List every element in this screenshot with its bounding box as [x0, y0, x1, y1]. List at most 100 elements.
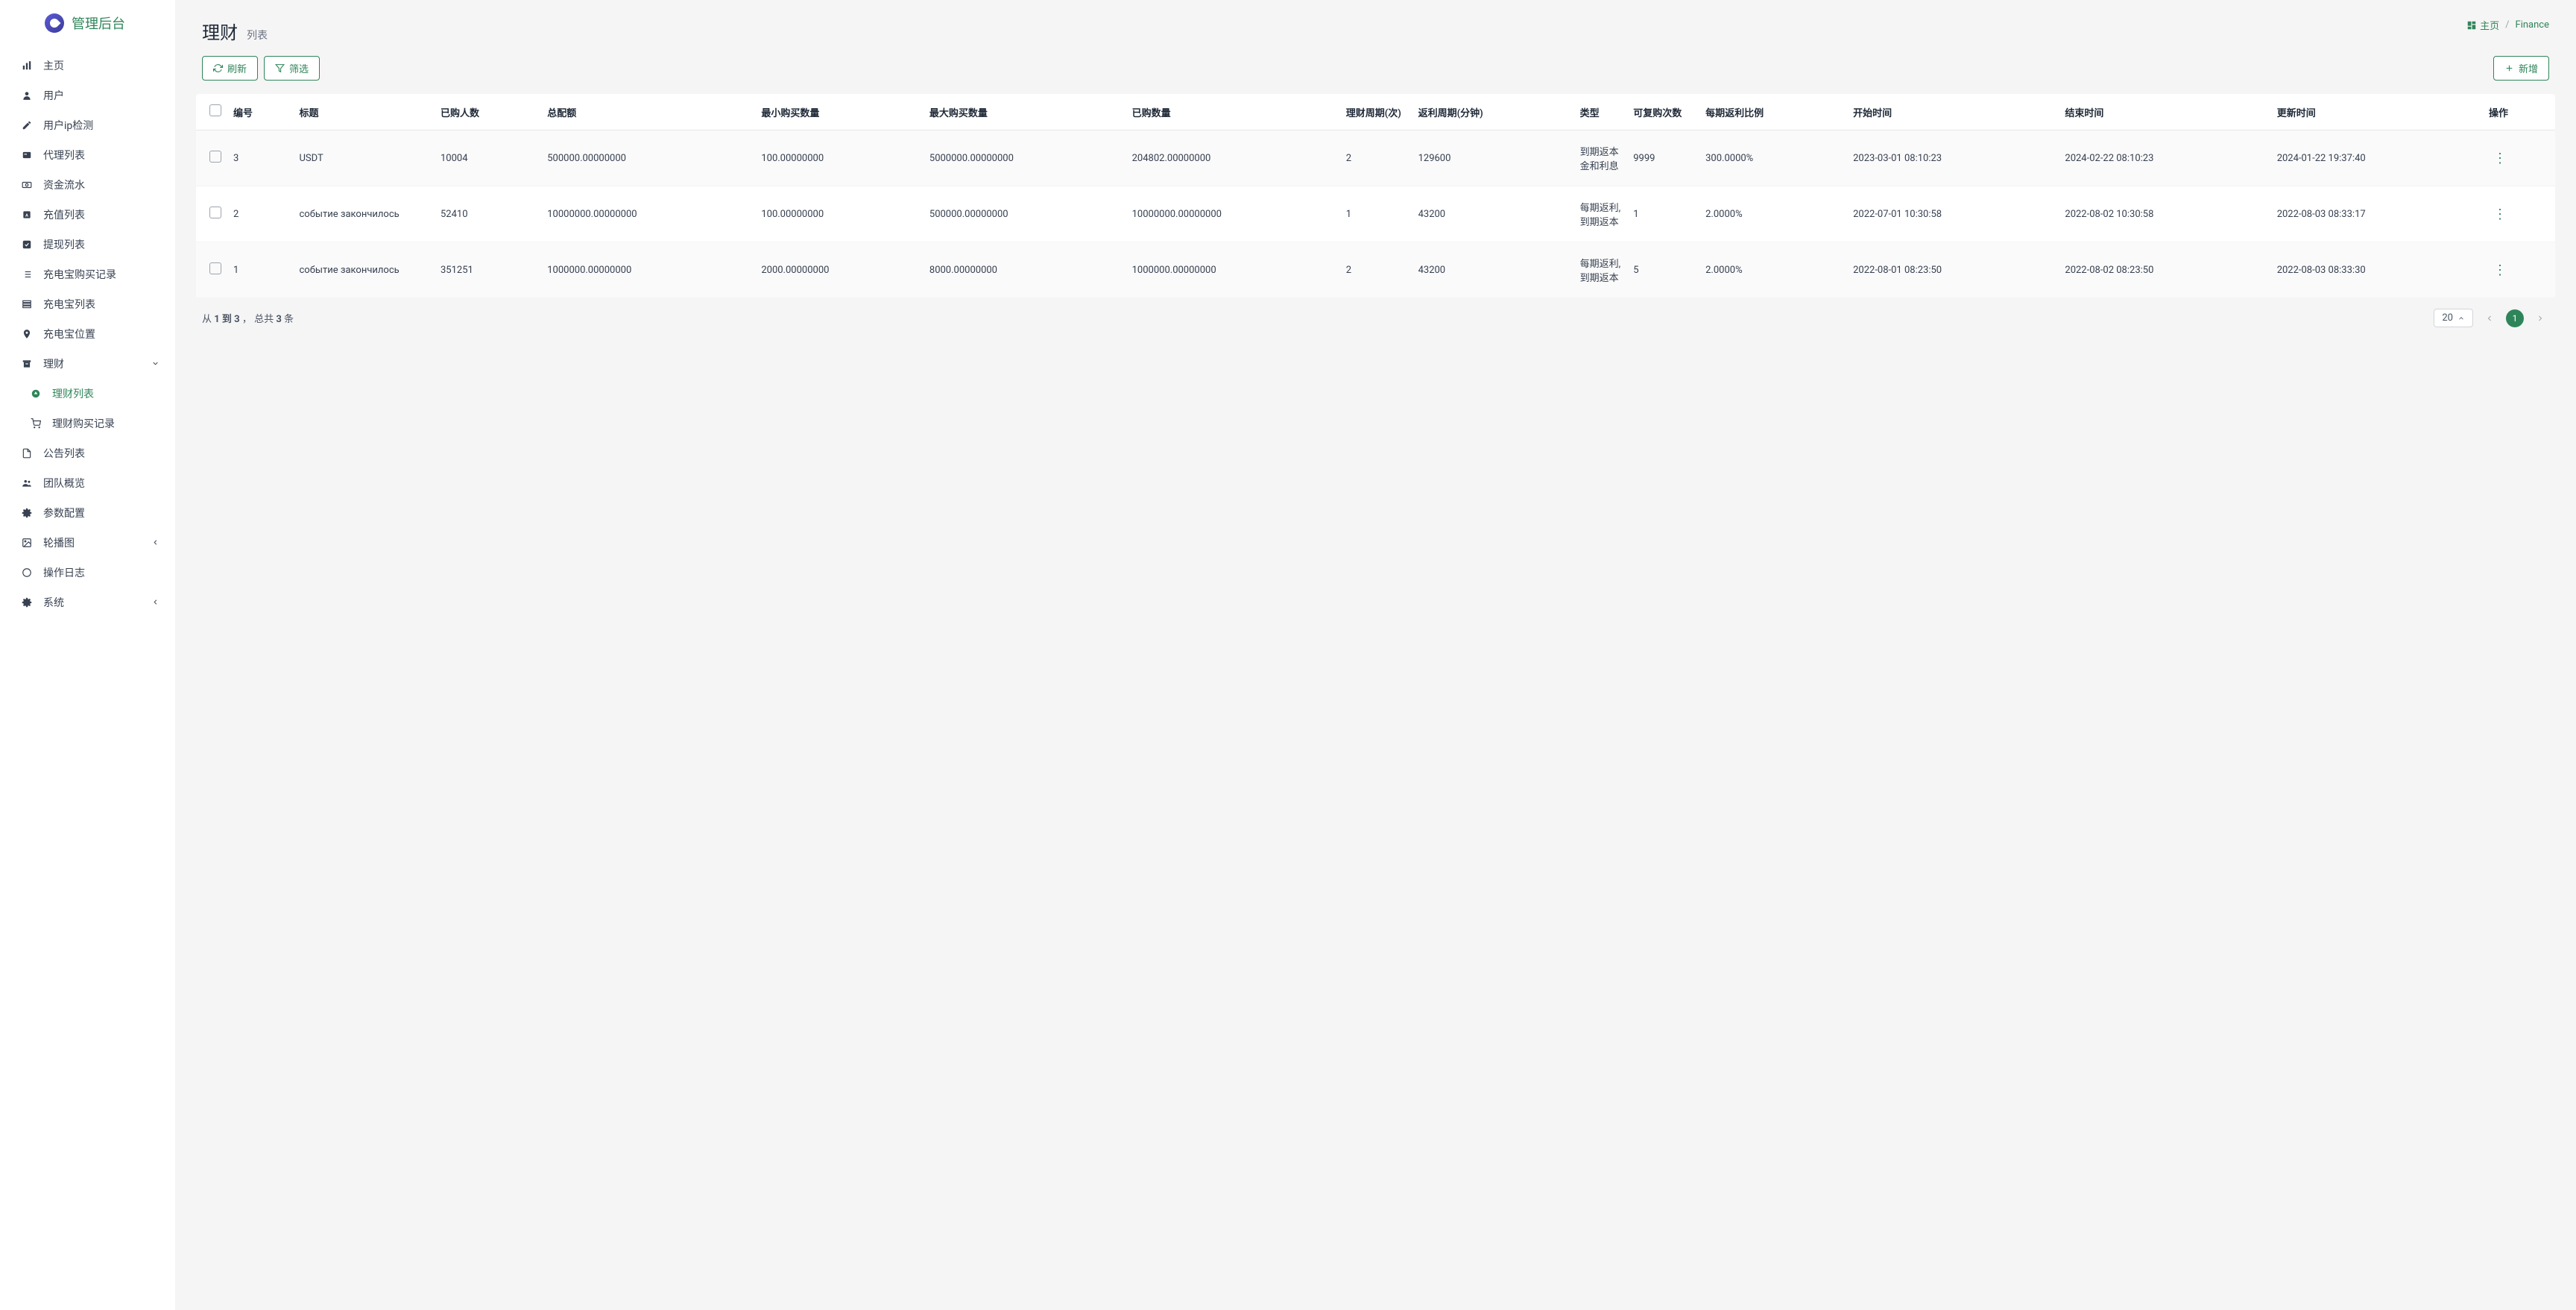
sidebar-menu: 主页用户用户ip检测代理列表资金流水 A 充值列表提现列表充电宝购买记录充电宝列表充…	[0, 46, 175, 622]
cell-updated: 2022-08-03 08:33:30	[2271, 242, 2483, 298]
badge-icon: A	[21, 209, 33, 221]
sidebar-item-label: 主页	[43, 58, 64, 73]
pin-icon	[21, 328, 33, 340]
sidebar-item-16[interactable]: 系统	[0, 588, 175, 617]
column-header-11[interactable]: 每期返利比例	[1699, 94, 1847, 130]
cell-end: 2022-08-02 10:30:58	[2059, 186, 2270, 242]
sidebar-item-label: 资金流水	[43, 177, 85, 192]
column-header-0[interactable]: 编号	[227, 94, 293, 130]
refresh-icon	[213, 63, 223, 73]
cell-rebate_cycle: 43200	[1412, 186, 1574, 242]
sidebar-subitem-10-0[interactable]: 理财列表	[0, 379, 175, 409]
prev-page-button[interactable]	[2481, 309, 2498, 327]
check-square-icon	[21, 239, 33, 251]
sidebar-item-4[interactable]: 资金流水	[0, 170, 175, 200]
cell-bought: 10000000.00000000	[1126, 186, 1340, 242]
data-table: 编号标题已购人数总配额最小购买数量最大购买数量已购数量理财周期(次)返利周期(分…	[196, 94, 2555, 298]
column-header-1[interactable]: 标题	[293, 94, 435, 130]
main-content: 理财 列表 主页 / Finance 刷	[175, 0, 2576, 1310]
sidebar-item-2[interactable]: 用户ip检测	[0, 110, 175, 140]
row-checkbox[interactable]	[209, 262, 221, 274]
sidebar-subitem-10-1[interactable]: 理财购买记录	[0, 409, 175, 438]
row-actions-menu[interactable]: ⋮	[2489, 151, 2511, 166]
column-header-12[interactable]: 开始时间	[1847, 94, 2059, 130]
cell-buyers: 10004	[435, 130, 541, 186]
cell-updated: 2024-01-22 19:37:40	[2271, 130, 2483, 186]
next-page-button[interactable]	[2531, 309, 2549, 327]
sidebar-subitem-label: 理财购买记录	[52, 416, 115, 431]
cell-type: 每期返利,到期返本	[1574, 242, 1628, 298]
sidebar-item-14[interactable]: 轮播图	[0, 528, 175, 558]
row-checkbox[interactable]	[209, 151, 221, 163]
sidebar-item-label: 代理列表	[43, 148, 85, 163]
cell-quota: 500000.00000000	[541, 130, 755, 186]
gears-icon	[21, 596, 33, 608]
sidebar-item-label: 操作日志	[43, 565, 85, 580]
cell-ratio: 300.0000%	[1699, 130, 1847, 186]
create-button[interactable]: 新增	[2493, 56, 2549, 81]
pagination-summary: 从 1 到 3 ， 总共 3 条	[202, 311, 294, 325]
cell-id: 1	[227, 242, 293, 298]
cell-bought: 1000000.00000000	[1126, 242, 1340, 298]
sidebar-item-label: 充值列表	[43, 207, 85, 222]
column-header-2[interactable]: 已购人数	[435, 94, 541, 130]
column-header-5[interactable]: 最大购买数量	[924, 94, 1126, 130]
sidebar-item-9[interactable]: 充电宝位置	[0, 319, 175, 349]
column-header-10[interactable]: 可复购次数	[1627, 94, 1699, 130]
dashboard-icon	[2466, 20, 2477, 31]
refresh-button[interactable]: 刷新	[202, 56, 258, 81]
sidebar-item-0[interactable]: 主页	[0, 51, 175, 81]
cell-ratio: 2.0000%	[1699, 242, 1847, 298]
breadcrumb-separator: /	[2505, 19, 2509, 31]
select-all-checkbox[interactable]	[209, 104, 221, 116]
row-actions-menu[interactable]: ⋮	[2489, 262, 2511, 278]
sidebar-item-13[interactable]: 参数配置	[0, 498, 175, 528]
brand-text: 管理后台	[72, 13, 125, 33]
row-actions-menu[interactable]: ⋮	[2489, 207, 2511, 222]
cell-title: событие закончилось	[293, 242, 435, 298]
column-header-15[interactable]: 操作	[2483, 94, 2555, 130]
column-header-4[interactable]: 最小购买数量	[755, 94, 924, 130]
sidebar-item-1[interactable]: 用户	[0, 81, 175, 110]
card-icon	[21, 149, 33, 161]
cell-title: USDT	[293, 130, 435, 186]
sidebar-item-6[interactable]: 提现列表	[0, 230, 175, 259]
sidebar-item-label: 用户	[43, 88, 64, 103]
sidebar-item-10[interactable]: 理财	[0, 349, 175, 379]
image-icon	[21, 537, 33, 549]
row-checkbox[interactable]	[209, 207, 221, 218]
sidebar-item-label: 公告列表	[43, 446, 85, 461]
cell-repeat: 9999	[1627, 130, 1699, 186]
sidebar-item-12[interactable]: 团队概览	[0, 468, 175, 498]
cell-repeat: 1	[1627, 186, 1699, 242]
gears-icon	[21, 507, 33, 519]
pagination: 20 1	[2434, 309, 2549, 327]
sidebar-item-3[interactable]: 代理列表	[0, 140, 175, 170]
cell-max: 500000.00000000	[924, 186, 1126, 242]
brand: 管理后台	[0, 0, 175, 46]
breadcrumb: 主页 / Finance	[2466, 18, 2549, 32]
sidebar-item-11[interactable]: 公告列表	[0, 438, 175, 468]
filter-button[interactable]: 筛选	[264, 56, 320, 81]
sidebar: 管理后台 主页用户用户ip检测代理列表资金流水 A 充值列表提现列表充电宝购买记录充…	[0, 0, 175, 1310]
sidebar-item-15[interactable]: 操作日志	[0, 558, 175, 588]
column-header-3[interactable]: 总配额	[541, 94, 755, 130]
page-number-1[interactable]: 1	[2506, 309, 2524, 327]
sidebar-item-7[interactable]: 充电宝购买记录	[0, 259, 175, 289]
column-header-6[interactable]: 已购数量	[1126, 94, 1340, 130]
sidebar-item-8[interactable]: 充电宝列表	[0, 289, 175, 319]
column-header-7[interactable]: 理财周期(次)	[1340, 94, 1412, 130]
cell-cycle: 1	[1340, 186, 1412, 242]
column-header-13[interactable]: 结束时间	[2059, 94, 2270, 130]
cell-repeat: 5	[1627, 242, 1699, 298]
page-size-select[interactable]: 20	[2434, 309, 2473, 327]
pen-icon	[21, 119, 33, 131]
sidebar-item-5[interactable]: A 充值列表	[0, 200, 175, 230]
column-header-8[interactable]: 返利周期(分钟)	[1412, 94, 1574, 130]
sidebar-item-label: 轮播图	[43, 535, 75, 550]
column-header-9[interactable]: 类型	[1574, 94, 1628, 130]
column-header-14[interactable]: 更新时间	[2271, 94, 2483, 130]
cell-rebate_cycle: 43200	[1412, 242, 1574, 298]
breadcrumb-current[interactable]: Finance	[2516, 19, 2549, 31]
breadcrumb-home[interactable]: 主页	[2466, 18, 2499, 32]
